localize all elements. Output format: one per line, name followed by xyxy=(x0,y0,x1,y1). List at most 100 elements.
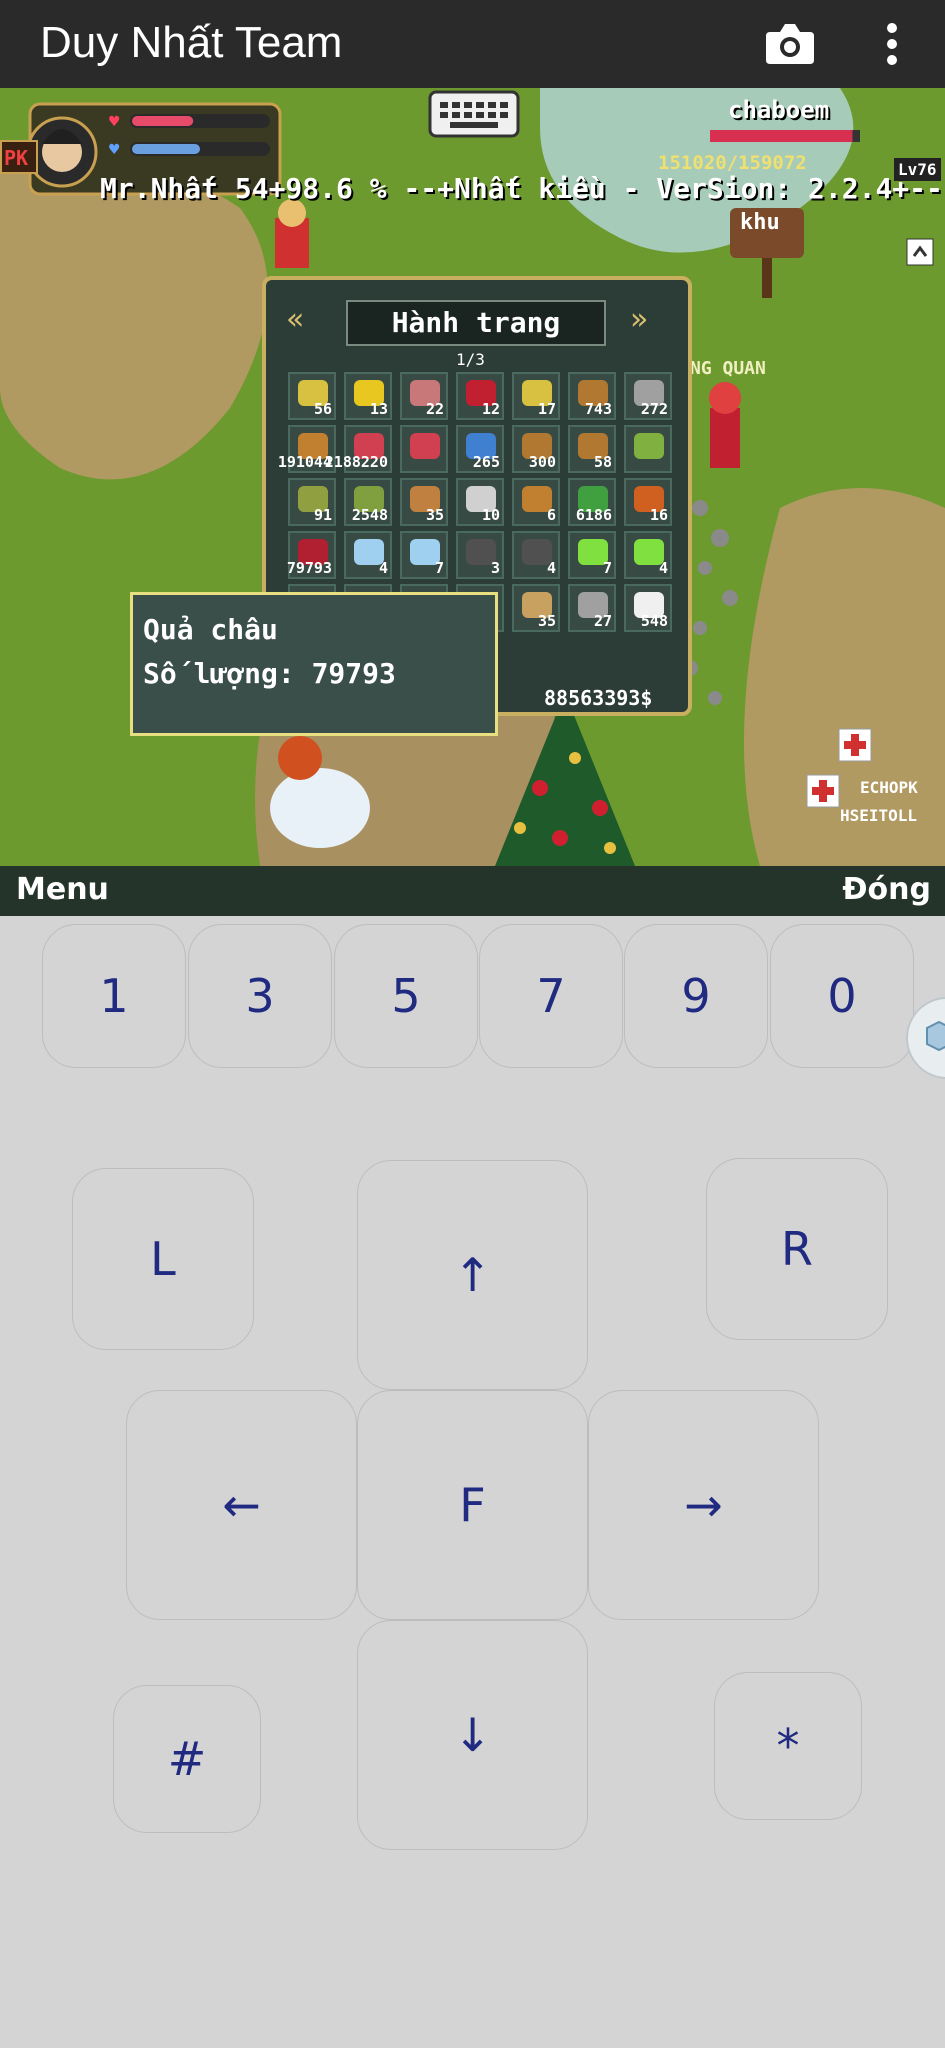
inventory-slot[interactable]: 4 xyxy=(624,531,672,579)
inventory-slot[interactable]: 27 xyxy=(568,584,616,632)
target-name[interactable]: chaboem xyxy=(728,96,829,124)
key-3[interactable]: 3 xyxy=(188,924,332,1068)
inventory-slot[interactable]: 56 xyxy=(288,372,336,420)
inventory-slot[interactable]: 6186 xyxy=(568,478,616,526)
item-count: 4 xyxy=(378,559,388,577)
medkit-icon[interactable] xyxy=(838,728,872,762)
map-sign-label: khu xyxy=(740,210,780,235)
item-count: 79793 xyxy=(286,559,332,577)
camera-icon[interactable] xyxy=(764,18,816,68)
more-vert-icon[interactable] xyxy=(880,20,904,68)
item-count: 17 xyxy=(537,400,556,418)
keyboard-icon[interactable] xyxy=(428,90,520,138)
target-hp-bar xyxy=(710,130,860,142)
item-count: 22 xyxy=(425,400,444,418)
inventory-slot[interactable]: 3 xyxy=(456,531,504,579)
item-count: 35 xyxy=(425,506,444,524)
inventory-slot[interactable]: 22 xyxy=(400,372,448,420)
item-count: 7 xyxy=(434,559,444,577)
expand-icon[interactable] xyxy=(906,238,934,266)
tooltip-quantity: Số lượng: 79793 xyxy=(143,657,396,690)
inventory-slot[interactable]: 7 xyxy=(400,531,448,579)
key-left[interactable]: ← xyxy=(126,1390,357,1620)
key-up[interactable]: ↑ xyxy=(357,1160,588,1390)
item-icon xyxy=(410,433,440,459)
inventory-slot[interactable]: 35 xyxy=(400,478,448,526)
inventory-slot[interactable]: 272 xyxy=(624,372,672,420)
item-count: 4 xyxy=(546,559,556,577)
key-right[interactable]: → xyxy=(588,1390,819,1620)
inventory-slot[interactable]: 17 xyxy=(512,372,560,420)
inventory-slot[interactable]: 91 xyxy=(288,478,336,526)
item-icon xyxy=(634,433,664,459)
inventory-slot[interactable]: 79793 xyxy=(286,531,336,579)
item-count: 12 xyxy=(481,400,500,418)
player-info-text: Mr.Nhất 54+98.6 % --+Nhất kiều - VerSion… xyxy=(100,172,943,205)
inventory-slot[interactable]: 10 xyxy=(456,478,504,526)
app-bar: Duy Nhất Team xyxy=(0,0,945,88)
key-r[interactable]: R xyxy=(706,1158,888,1340)
inventory-page: 1/3 xyxy=(456,350,485,369)
key-fire[interactable]: F xyxy=(357,1390,588,1620)
pk-badge[interactable]: PK xyxy=(0,140,38,174)
item-count: 91 xyxy=(313,506,332,524)
key-down[interactable]: ↓ xyxy=(357,1620,588,1850)
inventory-slot[interactable]: 548 xyxy=(624,584,672,632)
item-count: 2548 xyxy=(351,506,388,524)
inventory-slot[interactable]: 58 xyxy=(568,425,616,473)
npc-label: NG QUAN xyxy=(690,358,766,379)
item-count: 56 xyxy=(313,400,332,418)
inventory-slot[interactable]: 16 xyxy=(624,478,672,526)
inventory-slot[interactable]: 13 xyxy=(344,372,392,420)
item-count: 10 xyxy=(481,506,500,524)
floating-cube-button[interactable] xyxy=(905,996,945,1080)
item-count: 6186 xyxy=(575,506,612,524)
inventory-slot[interactable]: 7 xyxy=(568,531,616,579)
key-1[interactable]: 1 xyxy=(42,924,186,1068)
next-page-arrow-icon[interactable]: » xyxy=(630,302,648,337)
prev-page-arrow-icon[interactable]: « xyxy=(286,302,304,337)
item-tooltip: Quả châu Số lượng: 79793 xyxy=(130,592,498,736)
key-9[interactable]: 9 xyxy=(624,924,768,1068)
key-hash[interactable]: # xyxy=(113,1685,261,1833)
gold-amount: 88563393$ xyxy=(544,686,653,710)
item-count: 58 xyxy=(593,453,612,471)
item-count: 16 xyxy=(649,506,668,524)
inventory-slot[interactable]: 300 xyxy=(512,425,560,473)
app-title: Duy Nhất Team xyxy=(40,18,343,67)
item-count: 548 xyxy=(640,612,668,630)
inventory-slot[interactable]: 743 xyxy=(568,372,616,420)
close-softkey[interactable]: Đóng xyxy=(842,872,931,907)
softkey-bar: Menu Đóng xyxy=(0,866,945,916)
inventory-slot[interactable]: 6 xyxy=(512,478,560,526)
inventory-slot[interactable]: 35 xyxy=(512,584,560,632)
menu-softkey[interactable]: Menu xyxy=(16,872,109,907)
item-count: 13 xyxy=(369,400,388,418)
svg-text:♥: ♥ xyxy=(108,142,121,158)
inventory-slot[interactable]: 4 xyxy=(512,531,560,579)
inventory-slot[interactable]: 2548 xyxy=(344,478,392,526)
key-star[interactable]: * xyxy=(714,1672,862,1820)
inventory-slot[interactable]: 265 xyxy=(456,425,504,473)
inventory-slot[interactable] xyxy=(624,425,672,473)
svg-text:♥: ♥ xyxy=(108,114,121,130)
item-count: 27 xyxy=(593,612,612,630)
item-count: 265 xyxy=(472,453,500,471)
key-l[interactable]: L xyxy=(72,1168,254,1350)
medkit-icon[interactable] xyxy=(806,774,840,808)
key-7[interactable]: 7 xyxy=(479,924,623,1068)
inventory-slot[interactable]: 12 xyxy=(456,372,504,420)
target-hp-text: 151020/159072 xyxy=(658,152,807,174)
tooltip-item-name: Quả châu xyxy=(143,613,278,646)
key-0[interactable]: 0 xyxy=(770,924,914,1068)
inventory-slot[interactable]: 2188220 xyxy=(325,425,392,473)
inventory-slot[interactable]: 4 xyxy=(344,531,392,579)
item-count: 3 xyxy=(490,559,500,577)
item-count: 35 xyxy=(537,612,556,630)
key-5[interactable]: 5 xyxy=(334,924,478,1068)
item-count: 4 xyxy=(658,559,668,577)
item-count: 300 xyxy=(528,453,556,471)
item-count: 272 xyxy=(640,400,668,418)
inventory-slot[interactable] xyxy=(400,425,448,473)
game-viewport[interactable]: ♥ ♥ PK chaboem 151020/159072 Lv76 Mr.Nhấ… xyxy=(0,88,945,866)
